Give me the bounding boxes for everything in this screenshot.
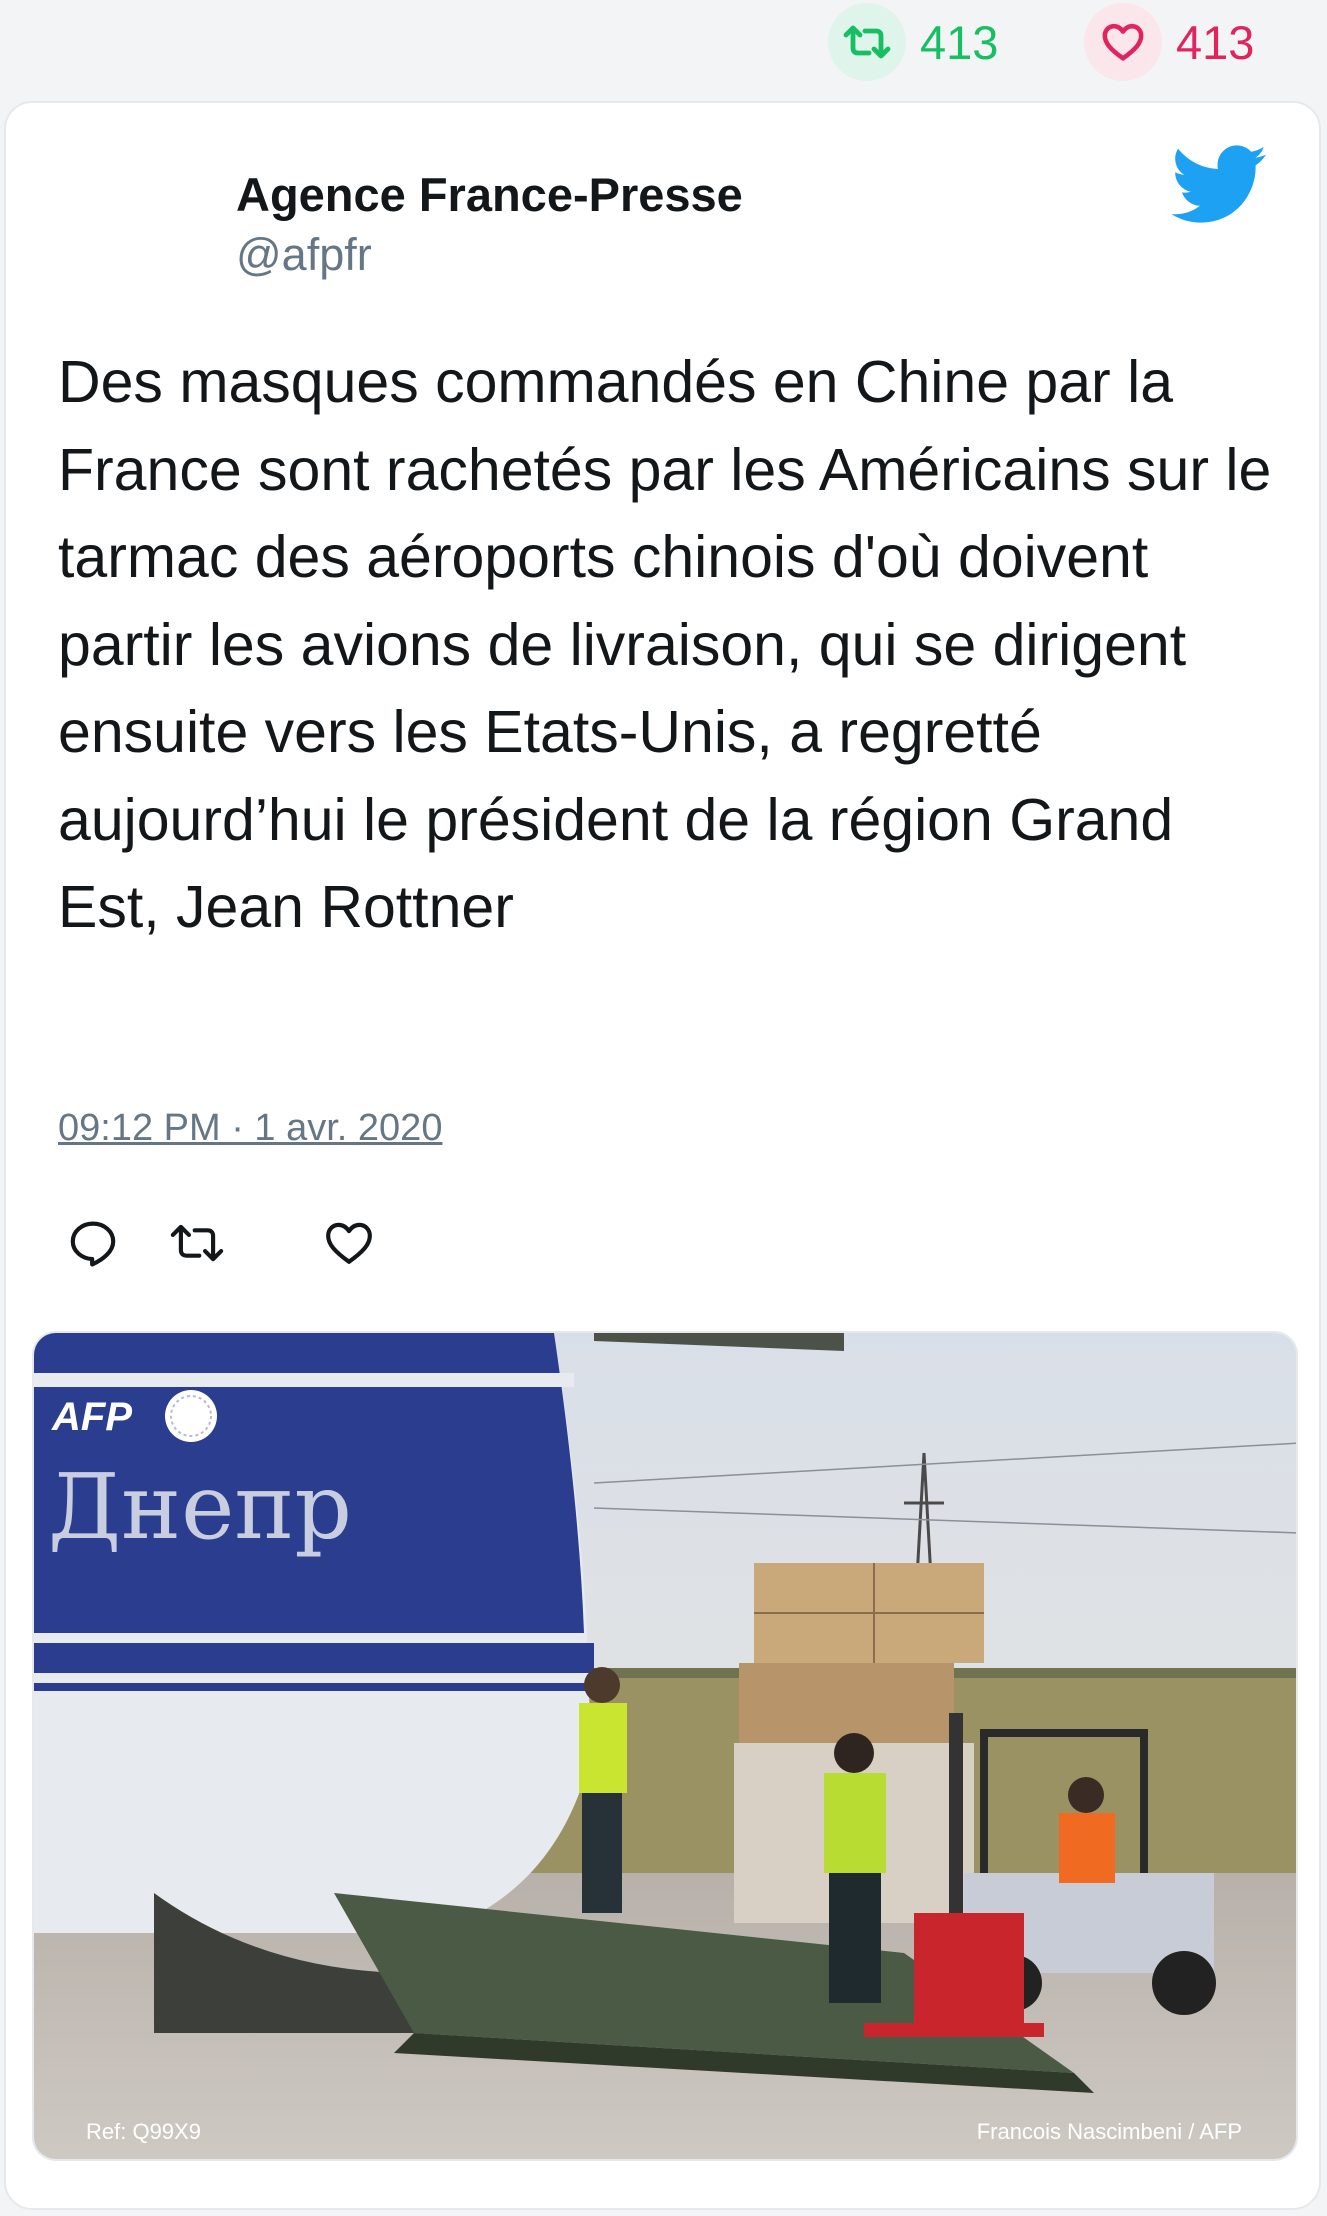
retweet-action-icon[interactable]: [162, 1208, 232, 1278]
retweet-count-stat[interactable]: 413: [828, 3, 999, 81]
svg-text:AFP: AFP: [51, 1395, 132, 1439]
author-handle[interactable]: @afpfr: [236, 229, 372, 281]
retweet-icon: [828, 3, 906, 81]
retweet-count: 413: [920, 15, 999, 69]
twitter-bird-icon[interactable]: [1171, 145, 1268, 225]
photo-ref: Ref: Q99X9: [86, 2119, 201, 2144]
tweet-text: Des masques commandés en Chine par la Fr…: [58, 349, 1272, 940]
plane-lettering: Днепр: [48, 1455, 352, 1560]
heart-icon: [1084, 3, 1162, 81]
avatar[interactable]: [60, 155, 180, 275]
tweet-card: Agence France-Presse @afpfr Des masques …: [4, 101, 1321, 2210]
author-name[interactable]: Agence France-Presse: [236, 167, 743, 222]
photo-pallet-jack: [914, 1913, 1024, 2033]
photo-credit: Francois Nascimbeni / AFP: [977, 2119, 1242, 2144]
tweet-photo[interactable]: AFP Днепр Ref: Q99X9 Francois Nascimbeni…: [32, 1331, 1298, 2161]
tweet-timestamp-link[interactable]: 09:12 PM · 1 avr. 2020: [58, 1107, 442, 1150]
tweet-stats-bar: 413 413: [0, 0, 1327, 96]
like-count: 413: [1176, 15, 1255, 69]
reply-icon[interactable]: [58, 1208, 128, 1278]
like-action-icon[interactable]: [314, 1208, 384, 1278]
like-count-stat[interactable]: 413: [1084, 3, 1255, 81]
